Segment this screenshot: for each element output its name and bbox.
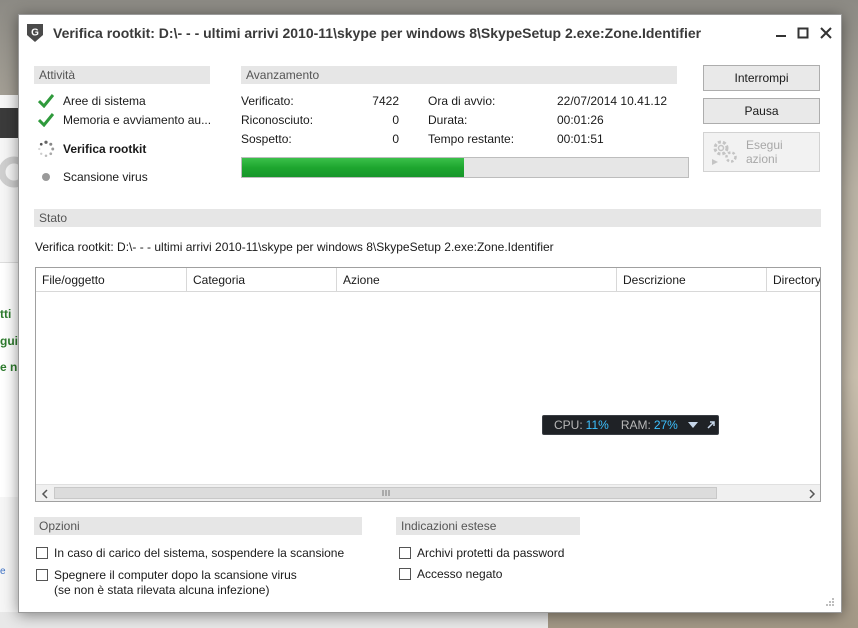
suspend-on-load-checkbox[interactable] — [36, 547, 48, 559]
scrollbar-thumb[interactable] — [54, 487, 717, 499]
column-header-action[interactable]: Azione — [337, 268, 617, 292]
maximize-icon[interactable] — [793, 23, 813, 43]
window-title: Verifica rootkit: D:\- - - ultimi arrivi… — [53, 25, 702, 41]
shutdown-after-scan-checkbox[interactable] — [36, 569, 48, 581]
dropdown-arrow-icon[interactable] — [687, 421, 698, 429]
column-header-directory[interactable]: Directory — [767, 268, 820, 292]
resize-grip-icon[interactable] — [825, 596, 835, 606]
shutdown-after-scan-option[interactable]: Spegnere il computer dopo la scansione v… — [36, 568, 297, 598]
remaining-time-value: 00:01:51 — [557, 132, 604, 146]
progress-header: Avanzamento — [241, 66, 677, 84]
password-archives-option[interactable]: Archivi protetti da password — [399, 546, 564, 561]
extended-header: Indicazioni estese — [396, 517, 580, 535]
checked-value: 7422 — [372, 94, 399, 108]
activity-label: Verifica rootkit — [63, 142, 147, 156]
remaining-time-label: Tempo restante: — [428, 132, 515, 146]
ram-label: RAM: — [620, 418, 651, 432]
start-time-value: 22/07/2014 10.41.12 — [557, 94, 668, 108]
background-statusbar — [0, 612, 548, 628]
column-header-category[interactable]: Categoria — [187, 268, 337, 292]
background-fragment: gui — [0, 334, 18, 348]
suspend-on-load-option[interactable]: In caso di carico del sistema, sospender… — [36, 546, 344, 561]
run-actions-label: azioni — [746, 152, 778, 166]
spinner-icon — [37, 139, 55, 159]
shutdown-label-line: Spegnere il computer dopo la scansione v… — [54, 568, 297, 582]
scan-progress-bar — [241, 157, 689, 178]
activities-header: Attività — [34, 66, 210, 84]
access-denied-checkbox[interactable] — [399, 568, 411, 580]
run-actions-button[interactable]: Esegui azioni — [703, 132, 820, 172]
activity-label: Aree di sistema — [63, 94, 146, 108]
gears-icon — [710, 137, 740, 167]
expand-icon[interactable] — [706, 420, 716, 430]
scroll-left-icon[interactable] — [36, 485, 53, 501]
svg-text:G: G — [31, 28, 39, 39]
ram-value: 27% — [653, 418, 678, 432]
background-fragment: tti — [0, 307, 12, 321]
shutdown-label-line: (se non è stata rilevata alcuna infezion… — [54, 583, 270, 597]
scan-dialog: G Verifica rootkit: D:\- - - ultimi arri… — [18, 14, 842, 613]
suspect-label: Sospetto: — [241, 132, 292, 146]
suspect-value: 0 — [392, 132, 399, 146]
table-header: File/oggetto Categoria Azione Descrizion… — [36, 268, 820, 292]
dot-icon — [37, 169, 55, 185]
start-time-label: Ora di avvio: — [428, 94, 496, 108]
background-link-fragment: e — [0, 566, 6, 577]
column-header-description[interactable]: Descrizione — [617, 268, 767, 292]
close-icon[interactable] — [816, 23, 836, 43]
stop-button[interactable]: Interrompi — [703, 65, 820, 91]
activity-rootkit-check: Verifica rootkit — [37, 139, 146, 159]
status-header: Stato — [34, 209, 821, 227]
cpu-label: CPU: — [554, 418, 583, 432]
scroll-right-icon[interactable] — [803, 485, 820, 501]
recognized-value: 0 — [392, 113, 399, 127]
activity-system-areas: Aree di sistema — [37, 93, 146, 109]
run-actions-label: Esegui — [746, 138, 783, 152]
minimize-icon[interactable] — [771, 23, 791, 43]
scan-progress-fill — [242, 158, 465, 177]
check-icon — [37, 93, 55, 109]
system-monitor-widget[interactable]: CPU: 11% RAM: 27% — [542, 415, 719, 435]
access-denied-option[interactable]: Accesso negato — [399, 567, 502, 582]
background-fragment: e n — [0, 360, 18, 374]
checked-label: Verificato: — [241, 94, 294, 108]
password-archives-checkbox[interactable] — [399, 547, 411, 559]
status-text: Verifica rootkit: D:\- - - ultimi arrivi… — [35, 240, 554, 254]
options-header: Opzioni — [34, 517, 362, 535]
activity-virus-scan: Scansione virus — [37, 169, 148, 185]
access-denied-label[interactable]: Accesso negato — [417, 567, 502, 582]
password-archives-label[interactable]: Archivi protetti da password — [417, 546, 564, 561]
pause-button[interactable]: Pausa — [703, 98, 820, 124]
check-icon — [37, 112, 55, 128]
activity-memory-startup: Memoria e avviamento au... — [37, 112, 211, 128]
duration-label: Durata: — [428, 113, 468, 127]
horizontal-scrollbar[interactable] — [36, 484, 820, 501]
activity-label: Scansione virus — [63, 170, 148, 184]
activity-label: Memoria e avviamento au... — [63, 113, 212, 127]
shutdown-after-scan-label[interactable]: Spegnere il computer dopo la scansione v… — [54, 568, 297, 598]
title-bar[interactable]: G Verifica rootkit: D:\- - - ultimi arri… — [19, 15, 841, 51]
column-header-file[interactable]: File/oggetto — [36, 268, 187, 292]
recognized-label: Riconosciuto: — [241, 113, 314, 127]
cpu-value: 11% — [585, 418, 609, 432]
duration-value: 00:01:26 — [557, 113, 604, 127]
suspend-on-load-label[interactable]: In caso di carico del sistema, sospender… — [54, 546, 344, 561]
results-table[interactable]: File/oggetto Categoria Azione Descrizion… — [35, 267, 821, 502]
gdata-logo-icon: G — [26, 23, 44, 43]
